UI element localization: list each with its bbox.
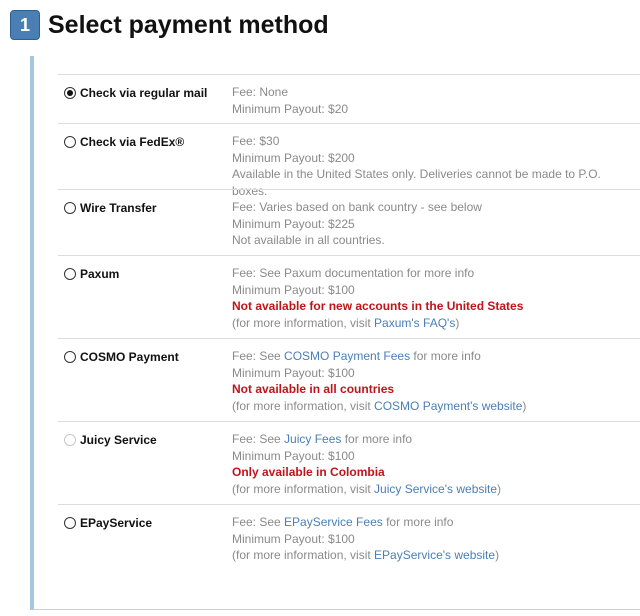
more-info-suffix: ) (455, 315, 460, 330)
radio-button[interactable] (64, 268, 76, 280)
payment-option-juicy: Juicy Service Fee: See Juicy Fees for mo… (58, 421, 640, 504)
option-details: Fee: See Juicy Fees for more info Minimu… (232, 431, 636, 497)
payment-option-cosmo[interactable]: COSMO Payment Fee: See COSMO Payment Fee… (58, 338, 640, 421)
juicy-fees-link[interactable]: Juicy Fees (284, 432, 341, 446)
option-label: Wire Transfer (80, 201, 157, 215)
juicy-website-link[interactable]: Juicy Service's website (374, 482, 497, 496)
fee-text: Fee: $30 (232, 134, 280, 148)
fee-prefix: Fee: See (232, 515, 285, 529)
option-label: Check via regular mail (80, 86, 208, 100)
payment-method-panel: Check via regular mail Fee: None Minimum… (30, 56, 640, 610)
option-label: EPayService (80, 516, 153, 530)
availability-note: Not available in all countries. (232, 233, 385, 248)
fee-text: Fee: See Paxum documentation for more in… (232, 266, 475, 280)
fee-prefix: Fee: See (232, 349, 285, 363)
section-header: 1 Select payment method (10, 9, 329, 41)
payment-option-paxum[interactable]: Paxum Fee: See Paxum documentation for m… (58, 255, 640, 338)
minimum-payout-text: Minimum Payout: $225 (232, 216, 355, 231)
payment-option-check-fedex[interactable]: Check via FedEx® Fee: $30 Minimum Payout… (58, 123, 640, 198)
minimum-payout-text: Minimum Payout: $100 (232, 282, 355, 297)
payment-option-label[interactable]: Wire Transfer (64, 201, 157, 215)
availability-warning: Not available for new accounts in the Un… (232, 299, 524, 314)
radio-button[interactable] (64, 517, 76, 529)
payment-option-label[interactable]: EPayService (64, 516, 152, 530)
payment-option-label: Juicy Service (64, 433, 157, 447)
availability-warning: Only available in Colombia (232, 465, 385, 480)
cosmo-fees-link[interactable]: COSMO Payment Fees (284, 349, 410, 363)
more-info-prefix: (for more information, visit (232, 398, 375, 413)
radio-button-disabled (64, 434, 76, 446)
option-label: Juicy Service (80, 433, 157, 447)
step-number-badge: 1 (10, 10, 40, 40)
more-info-text: (for more information, visit Paxum's FAQ… (232, 315, 636, 332)
more-info-suffix: ) (495, 548, 500, 563)
more-info-suffix: ) (497, 481, 502, 496)
payment-option-label[interactable]: COSMO Payment (64, 350, 179, 364)
minimum-payout-text: Minimum Payout: $100 (232, 365, 355, 380)
minimum-payout-text: Minimum Payout: $100 (232, 531, 355, 546)
option-details: Fee: Varies based on bank country - see … (232, 199, 636, 249)
more-info-text: (for more information, visit Juicy Servi… (232, 481, 636, 498)
payment-option-epayservice[interactable]: EPayService Fee: See EPayService Fees fo… (58, 504, 640, 570)
option-label: Paxum (80, 267, 120, 281)
option-details: Fee: None Minimum Payout: $20 (232, 84, 636, 117)
fee-suffix: for more info (341, 432, 413, 446)
epayservice-fees-link[interactable]: EPayService Fees (284, 515, 383, 529)
minimum-payout-text: Minimum Payout: $20 (232, 101, 349, 116)
more-info-text: (for more information, visit EPayService… (232, 547, 636, 564)
page-title: Select payment method (48, 10, 329, 39)
option-label: COSMO Payment (80, 350, 179, 364)
minimum-payout-text: Minimum Payout: $200 (232, 150, 355, 165)
minimum-payout-text: Minimum Payout: $100 (232, 448, 355, 463)
more-info-suffix: ) (522, 398, 527, 413)
payment-option-check-regular-mail[interactable]: Check via regular mail Fee: None Minimum… (58, 74, 640, 123)
payment-option-wire-transfer[interactable]: Wire Transfer Fee: Varies based on bank … (58, 189, 640, 255)
payment-option-label[interactable]: Check via regular mail (64, 86, 207, 100)
fee-prefix: Fee: See (232, 432, 285, 446)
more-info-prefix: (for more information, visit (232, 548, 375, 563)
option-label: Check via FedEx® (80, 135, 185, 149)
more-info-prefix: (for more information, visit (232, 481, 375, 496)
radio-button-checked[interactable] (64, 87, 76, 99)
fee-text: Fee: See Juicy Fees for more info (232, 431, 636, 448)
fee-text: Fee: Varies based on bank country - see … (232, 200, 482, 214)
fee-text: Fee: None (232, 85, 289, 99)
epayservice-website-link[interactable]: EPayService's website (374, 548, 495, 562)
fee-suffix: for more info (410, 349, 481, 363)
radio-button[interactable] (64, 136, 76, 148)
fee-suffix: for more info (382, 515, 454, 529)
more-info-text: (for more information, visit COSMO Payme… (232, 398, 636, 415)
radio-button[interactable] (64, 351, 76, 363)
cosmo-website-link[interactable]: COSMO Payment's website (374, 399, 522, 413)
paxum-faq-link[interactable]: Paxum's FAQ's (374, 316, 455, 330)
payment-option-label[interactable]: Paxum (64, 267, 119, 281)
option-details: Fee: See Paxum documentation for more in… (232, 265, 636, 331)
option-details: Fee: See EPayService Fees for more info … (232, 514, 636, 564)
fee-text: Fee: See COSMO Payment Fees for more inf… (232, 348, 636, 365)
payment-method-list: Check via regular mail Fee: None Minimum… (58, 74, 640, 570)
fee-text: Fee: See EPayService Fees for more info (232, 514, 636, 531)
option-details: Fee: See COSMO Payment Fees for more inf… (232, 348, 636, 414)
radio-button[interactable] (64, 202, 76, 214)
payment-option-label[interactable]: Check via FedEx® (64, 135, 184, 149)
availability-warning: Not available in all countries (232, 382, 395, 397)
more-info-prefix: (for more information, visit (232, 315, 375, 330)
